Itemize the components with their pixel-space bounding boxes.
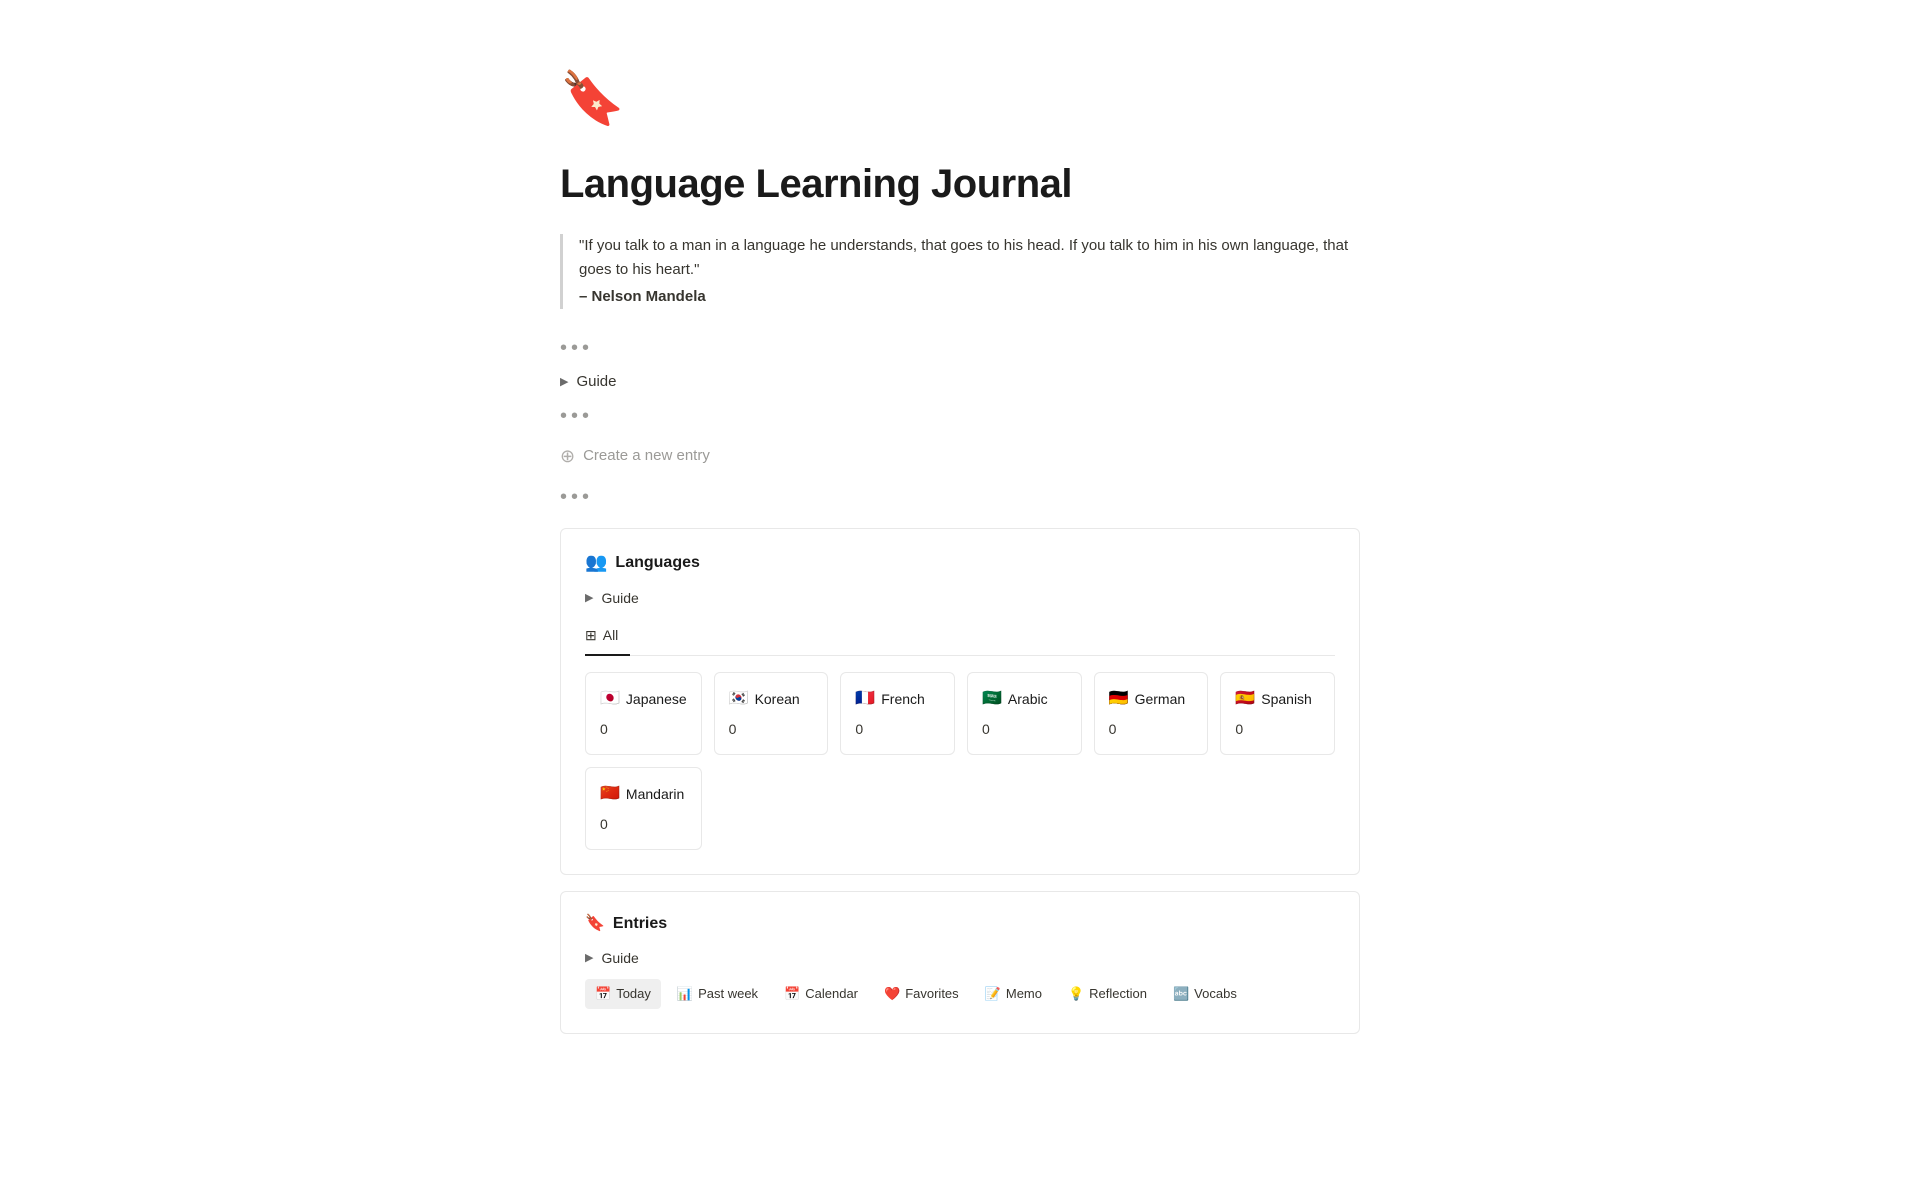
language-card-korean[interactable]: 🇰🇷 Korean 0	[714, 672, 829, 755]
card-count: 0	[982, 719, 1067, 740]
card-lang-name: Japanese	[626, 689, 687, 710]
tab-label-calendar: Calendar	[805, 984, 858, 1004]
language-card-german[interactable]: 🇩🇪 German 0	[1094, 672, 1209, 755]
card-flag: 🇨🇳	[600, 782, 620, 806]
quote-author: – Nelson Mandela	[579, 286, 1360, 309]
card-lang-name: Mandarin	[626, 784, 684, 805]
entries-tabs-row: 📅 Today 📊 Past week 📅 Calendar ❤️ Favori…	[585, 979, 1335, 1009]
entries-guide-label: Guide	[601, 948, 638, 969]
entries-tab-favorites[interactable]: ❤️ Favorites	[874, 979, 969, 1009]
tab-all[interactable]: ⊞ All	[585, 619, 630, 656]
languages-db-icon: 👥	[585, 549, 607, 576]
guide-toggle-1[interactable]: ▶ Guide	[560, 371, 1360, 394]
languages-gallery: 🇯🇵 Japanese 0 🇰🇷 Korean 0 🇫🇷 French 0 🇸🇦…	[585, 672, 1335, 850]
page-container: 🔖 Language Learning Journal "If you talk…	[480, 0, 1440, 1130]
create-entry-label: Create a new entry	[583, 445, 710, 468]
language-card-spanish[interactable]: 🇪🇸 Spanish 0	[1220, 672, 1335, 755]
language-card-french[interactable]: 🇫🇷 French 0	[840, 672, 955, 755]
card-lang-row: 🇰🇷 Korean	[729, 687, 814, 711]
quote-text: "If you talk to a man in a language he u…	[579, 234, 1360, 282]
card-lang-name: German	[1135, 689, 1186, 710]
languages-guide-arrow: ▶	[585, 590, 593, 607]
dots-1: •••	[560, 333, 1360, 363]
tab-label-reflection: Reflection	[1089, 984, 1147, 1004]
tab-label-past-week: Past week	[698, 984, 758, 1004]
card-flag: 🇩🇪	[1109, 687, 1129, 711]
tab-icon-reflection: 💡	[1068, 984, 1084, 1004]
page-title: Language Learning Journal	[560, 154, 1360, 214]
card-flag: 🇫🇷	[855, 687, 875, 711]
tab-icon-vocabs: 🔤	[1173, 984, 1189, 1004]
entries-db-icon: 🔖	[585, 912, 605, 936]
card-flag: 🇸🇦	[982, 687, 1002, 711]
tab-label-today: Today	[616, 984, 651, 1004]
card-count: 0	[855, 719, 940, 740]
card-lang-row: 🇯🇵 Japanese	[600, 687, 687, 711]
tab-all-label: All	[603, 625, 619, 646]
entries-guide-arrow: ▶	[585, 950, 593, 967]
card-count: 0	[600, 814, 687, 835]
entries-database: 🔖 Entries ▶ Guide 📅 Today 📊 Past week 📅 …	[560, 891, 1360, 1034]
card-count: 0	[1235, 719, 1320, 740]
quote-block: "If you talk to a man in a language he u…	[560, 234, 1360, 309]
tab-label-memo: Memo	[1006, 984, 1042, 1004]
languages-db-title: Languages	[615, 551, 699, 575]
card-flag: 🇯🇵	[600, 687, 620, 711]
languages-guide-label: Guide	[601, 588, 638, 609]
tab-icon-today: 📅	[595, 984, 611, 1004]
tab-label-vocabs: Vocabs	[1194, 984, 1237, 1004]
dots-2: •••	[560, 401, 1360, 431]
card-count: 0	[600, 719, 687, 740]
tab-label-favorites: Favorites	[905, 984, 958, 1004]
entries-tab-vocabs[interactable]: 🔤 Vocabs	[1163, 979, 1247, 1009]
languages-guide-toggle[interactable]: ▶ Guide	[585, 588, 1335, 609]
card-lang-row: 🇨🇳 Mandarin	[600, 782, 687, 806]
language-card-mandarin[interactable]: 🇨🇳 Mandarin 0	[585, 767, 702, 850]
entries-tab-past-week[interactable]: 📊 Past week	[667, 979, 768, 1009]
card-flag: 🇰🇷	[729, 687, 749, 711]
entries-guide-toggle[interactable]: ▶ Guide	[585, 948, 1335, 969]
entries-tab-today[interactable]: 📅 Today	[585, 979, 661, 1009]
card-lang-name: French	[881, 689, 925, 710]
entries-db-header: 🔖 Entries	[585, 912, 1335, 936]
card-lang-name: Arabic	[1008, 689, 1048, 710]
entries-tab-reflection[interactable]: 💡 Reflection	[1058, 979, 1157, 1009]
tab-icon-calendar: 📅	[784, 984, 800, 1004]
guide-arrow-1: ▶	[560, 374, 568, 391]
page-icon: 🔖	[560, 60, 1360, 138]
tab-icon-past-week: 📊	[677, 984, 693, 1004]
tab-icon-favorites: ❤️	[884, 984, 900, 1004]
languages-database: 👥 Languages ▶ Guide ⊞ All 🇯🇵 Japanese 0 …	[560, 528, 1360, 875]
card-lang-row: 🇪🇸 Spanish	[1235, 687, 1320, 711]
card-lang-row: 🇸🇦 Arabic	[982, 687, 1067, 711]
entries-tab-calendar[interactable]: 📅 Calendar	[774, 979, 868, 1009]
card-count: 0	[1109, 719, 1194, 740]
card-lang-row: 🇩🇪 German	[1109, 687, 1194, 711]
guide-label-1: Guide	[576, 371, 616, 394]
card-flag: 🇪🇸	[1235, 687, 1255, 711]
entries-tab-memo[interactable]: 📝 Memo	[975, 979, 1052, 1009]
card-lang-name: Spanish	[1261, 689, 1312, 710]
dots-3: •••	[560, 482, 1360, 512]
card-lang-row: 🇫🇷 French	[855, 687, 940, 711]
card-count: 0	[729, 719, 814, 740]
create-plus-icon: ⊕	[560, 443, 575, 470]
languages-db-header: 👥 Languages	[585, 549, 1335, 576]
entries-db-title: Entries	[613, 912, 667, 936]
language-card-arabic[interactable]: 🇸🇦 Arabic 0	[967, 672, 1082, 755]
languages-tabs: ⊞ All	[585, 619, 1335, 656]
card-lang-name: Korean	[755, 689, 800, 710]
tab-icon-memo: 📝	[985, 984, 1001, 1004]
language-card-japanese[interactable]: 🇯🇵 Japanese 0	[585, 672, 702, 755]
create-entry-row[interactable]: ⊕ Create a new entry	[560, 443, 1360, 470]
tab-all-icon: ⊞	[585, 625, 597, 646]
